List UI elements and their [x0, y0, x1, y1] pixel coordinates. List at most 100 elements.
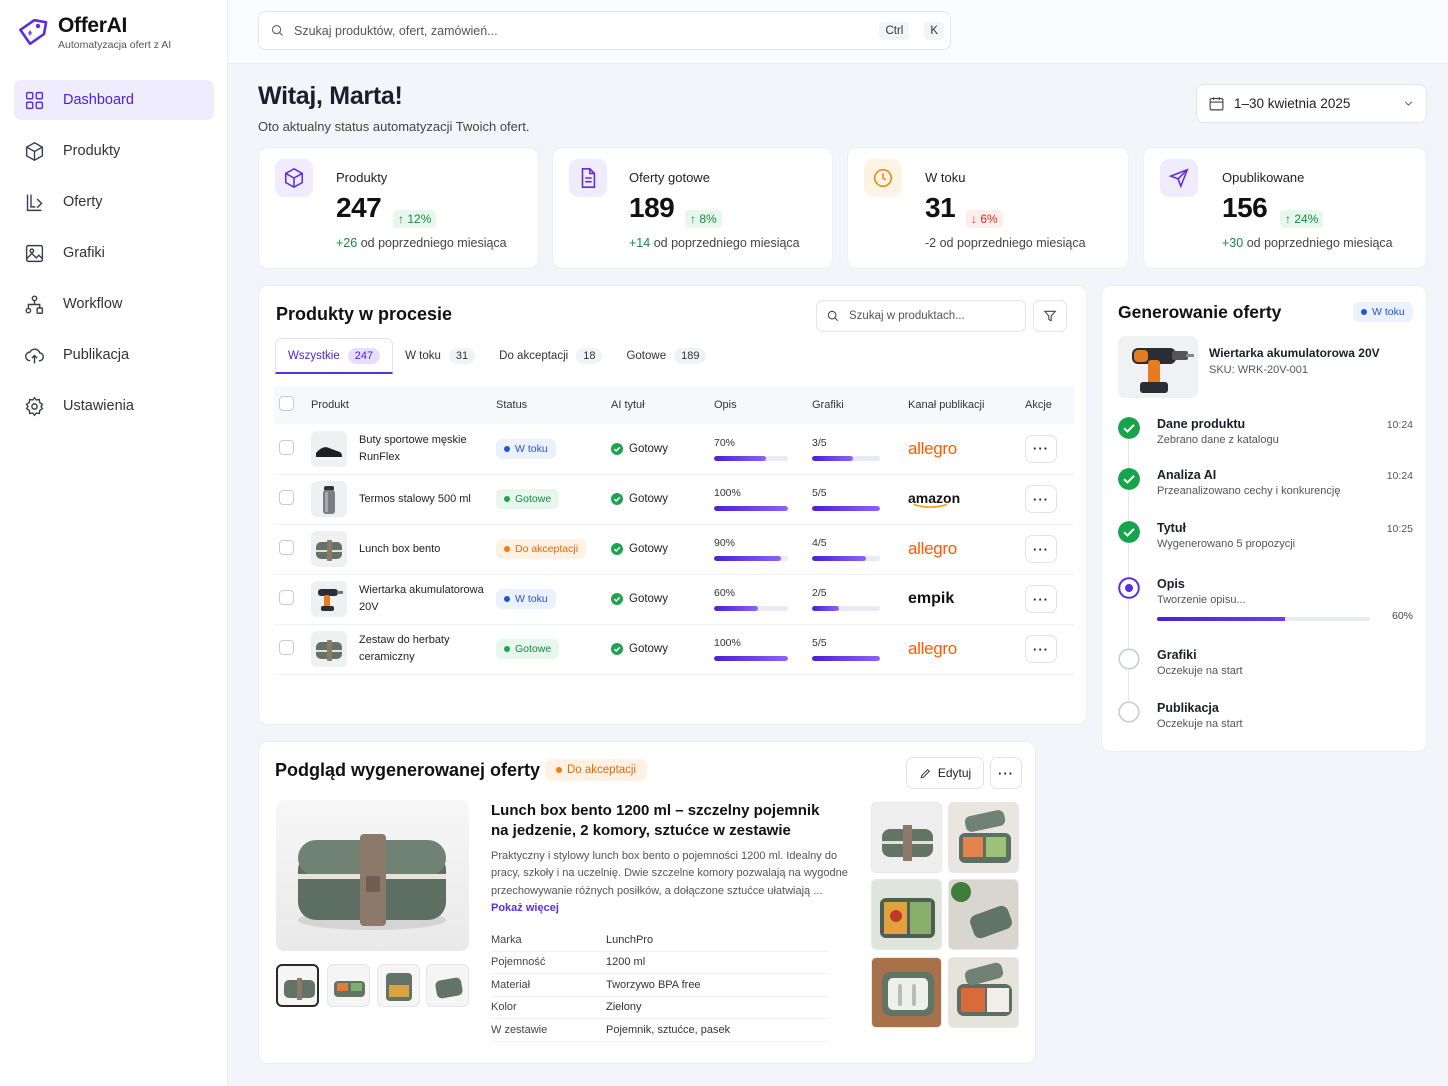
offer-title-line: Lunch box bento 1200 ml – szczelny pojem… [491, 802, 820, 819]
description-progress-value: 60% [714, 587, 736, 599]
sidebar-item-produkty[interactable]: Produkty [14, 131, 214, 171]
gallery-image-content [872, 958, 941, 1027]
progress-fill [1157, 617, 1285, 621]
gallery-image[interactable] [871, 957, 942, 1028]
status-label: W toku [515, 593, 548, 605]
kpi-value: 247 [336, 192, 382, 223]
show-more-link[interactable]: Pokaż więcej [491, 902, 559, 914]
active-step-icon [1118, 577, 1140, 599]
col-header[interactable]: Opis [704, 386, 802, 424]
status-cell: W toku [486, 574, 601, 625]
row-actions-button[interactable]: ··· [1025, 485, 1057, 513]
status-dot [1361, 309, 1367, 315]
sidebar-item-dashboard[interactable]: Dashboard [14, 80, 214, 120]
row-checkbox[interactable] [279, 640, 294, 655]
channel-amazon-logo: amazon [908, 489, 961, 508]
table-header-row: Produkt Status AI tytuł Opis Grafiki Kan… [274, 386, 1074, 424]
edit-button[interactable]: Edytuj [906, 757, 984, 789]
graphics-cell: 4/5 [802, 524, 898, 575]
graphics-progress-bar [812, 506, 880, 511]
thumbnail-image [435, 977, 463, 999]
sidebar-item-publikacja[interactable]: Publikacja [14, 335, 214, 375]
row-checkbox[interactable] [279, 490, 294, 505]
row-checkbox[interactable] [279, 439, 294, 455]
gallery-image[interactable] [871, 879, 942, 950]
col-header[interactable]: Kanał publikacji [898, 386, 1015, 424]
sidebar-item-grafiki[interactable]: Grafiki [14, 233, 214, 273]
filter-button[interactable] [1033, 300, 1067, 332]
step-description: Tworzenie opisu... [1157, 594, 1246, 606]
thumbnail-2[interactable] [327, 964, 370, 1007]
sidebar-item-label: Grafiki [63, 245, 105, 261]
status-cell: W toku [486, 424, 601, 475]
generation-step: Opis Tworzenie opisu... 60% [1118, 577, 1413, 622]
thumbnail-3[interactable] [377, 964, 420, 1007]
status-tabs: Wszystkie 247 W toku 31 Do akceptacji 18 Go… [275, 338, 718, 374]
logo[interactable]: OfferAI Automatyzacja ofert z AI [16, 14, 171, 51]
row-actions-button[interactable]: ··· [1025, 635, 1057, 663]
product-search-input[interactable] [849, 310, 1009, 322]
row-actions-button[interactable]: ··· [1025, 434, 1057, 463]
thumbnail-1[interactable] [276, 964, 319, 1007]
global-search[interactable]: Ctrl K [258, 11, 951, 50]
thumbnail-4[interactable] [426, 964, 469, 1007]
graphics-progress-value: 3/5 [812, 436, 827, 449]
step-title: Grafiki [1157, 648, 1197, 662]
more-actions-button[interactable]: ··· [990, 757, 1022, 789]
col-header[interactable]: Status [486, 386, 601, 424]
tab-do-akceptacji[interactable]: Do akceptacji 18 [487, 338, 614, 374]
spec-row: Materiał Tworzywo BPA free [491, 974, 829, 997]
progress-fill [714, 506, 788, 511]
search-input[interactable] [294, 23, 871, 38]
step-title: Dane produktu [1157, 417, 1246, 431]
sidebar-item-ustawienia[interactable]: Ustawienia [14, 386, 214, 426]
search-icon [827, 310, 839, 322]
row-checkbox[interactable] [279, 590, 294, 605]
graphics-progress-bar [812, 656, 880, 661]
row-checkbox[interactable] [279, 540, 294, 555]
status-badge: Do akceptacji [496, 539, 587, 559]
col-header[interactable]: Produkt [301, 386, 486, 424]
logo-tag-icon [19, 18, 48, 45]
description-progress-value: 70% [714, 436, 736, 449]
table-row[interactable]: Zestaw do herbaty ceramiczny Gotowe Goto… [274, 624, 1074, 675]
row-select-cell [274, 624, 301, 675]
product-search[interactable] [816, 300, 1026, 332]
product-cell: Lunch box bento [301, 524, 486, 575]
gallery-image[interactable] [948, 879, 1019, 950]
kpi-delta-value: 12% [407, 212, 432, 226]
date-range-picker[interactable]: 1–30 kwietnia 2025 [1196, 84, 1427, 123]
sidebar-item-workflow[interactable]: Workflow [14, 284, 214, 324]
row-actions-button[interactable]: ··· [1025, 585, 1057, 613]
product-name: Termos stalowy 500 ml [359, 492, 471, 505]
progress-fill [714, 556, 781, 561]
col-header[interactable]: AI tytuł [601, 386, 704, 424]
tab-gotowe[interactable]: Gotowe 189 [614, 338, 718, 374]
spec-row: Kolor Zielony [491, 997, 829, 1019]
status-badge: W toku [496, 438, 556, 459]
table-row[interactable]: Lunch box bento Do akceptacji Gotowy 90%… [274, 524, 1074, 575]
col-header[interactable]: Grafiki [802, 386, 898, 424]
ai-title-cell: Gotowy [601, 624, 704, 675]
sidebar-item-oferty[interactable]: Oferty [14, 182, 214, 222]
table-row[interactable]: Wiertarka akumulatorowa 20V W toku Gotow… [274, 574, 1074, 625]
step-connector [1128, 544, 1129, 577]
ai-title-status: Gotowy [629, 543, 668, 555]
graphics-cell: 3/5 [802, 424, 898, 475]
table-row[interactable]: Buty sportowe męskie RunFlex W toku Goto… [274, 424, 1074, 475]
status-cell: Gotowe [486, 624, 601, 675]
description-progress-bar [714, 556, 788, 561]
gallery-image[interactable] [871, 802, 942, 873]
select-all-checkbox[interactable] [279, 396, 294, 411]
table-row[interactable]: Termos stalowy 500 ml Gotowe Gotowy 100%… [274, 474, 1074, 525]
kpi-icon-wrap [569, 159, 607, 197]
tab-w-toku[interactable]: W toku 31 [393, 338, 487, 374]
gallery-image[interactable] [948, 802, 1019, 873]
thumbnail-image [386, 973, 412, 1001]
step-connector [1128, 671, 1129, 701]
channel-cell: allegro [898, 524, 1015, 575]
page-subtitle: Oto aktualny status automatyzacji Twoich… [258, 119, 530, 134]
row-actions-button[interactable]: ··· [1025, 535, 1057, 563]
gallery-image[interactable] [948, 957, 1019, 1028]
tab-wszystkie[interactable]: Wszystkie 247 [275, 338, 394, 374]
